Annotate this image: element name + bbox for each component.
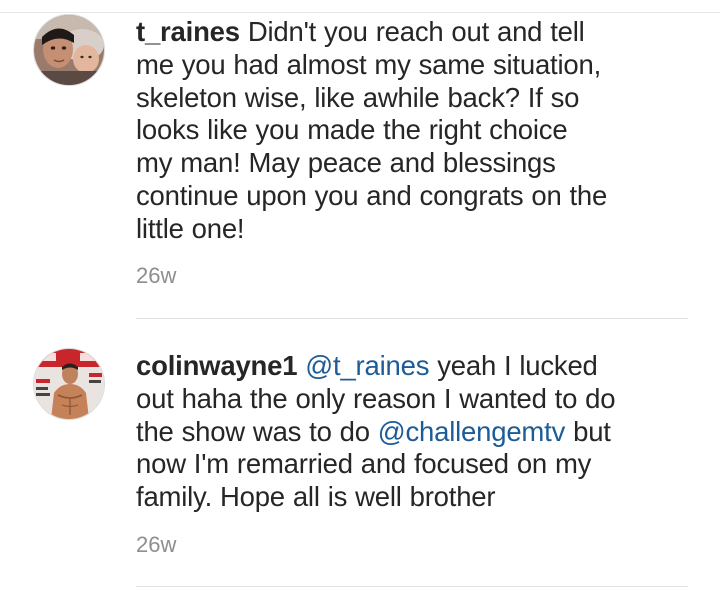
comment-line: skeleton wise, like awhile back? If so (136, 81, 580, 113)
comment-username[interactable]: t_raines (136, 16, 240, 47)
divider (136, 586, 688, 587)
comment-line: out haha the only reason I wanted to do (136, 382, 616, 414)
comment-timestamp[interactable]: 26w (136, 532, 176, 558)
comment-text: colinwayne1 @t_raines yeah I lucked out … (136, 350, 691, 514)
comment-line: family. Hope all is well brother (136, 481, 496, 513)
top-edge (0, 0, 720, 13)
comment-line: now I'm remarried and focused on my (136, 448, 592, 480)
comment-line: yeah I lucked (437, 350, 598, 381)
profile-photo-icon (34, 15, 104, 85)
comment-line: looks like you made the right choice (136, 114, 568, 146)
profile-photo-icon (34, 349, 104, 419)
comment-line: the show was to do (136, 415, 370, 447)
comment-line: but (573, 415, 611, 447)
comment-line: me you had almost my same situation, (136, 48, 602, 80)
mention-link[interactable]: @t_raines (305, 350, 429, 381)
divider (136, 318, 688, 319)
comment-item: colinwayne1 @t_raines yeah I lucked out … (0, 336, 720, 586)
comment-line: little one! (136, 212, 245, 244)
comment-line: continue upon you and congrats on the (136, 179, 608, 211)
avatar[interactable] (33, 348, 105, 420)
comment-line: Didn't you reach out and tell (247, 16, 585, 47)
comment-item: t_raines Didn't you reach out and tell m… (0, 14, 720, 318)
comment-line: my man! May peace and blessings (136, 147, 556, 179)
mention-link[interactable]: @challengemtv (378, 416, 566, 447)
comment-username[interactable]: colinwayne1 (136, 350, 298, 381)
avatar[interactable] (33, 14, 105, 86)
comment-text: t_raines Didn't you reach out and tell m… (136, 16, 691, 246)
comment-timestamp[interactable]: 26w (136, 263, 176, 289)
